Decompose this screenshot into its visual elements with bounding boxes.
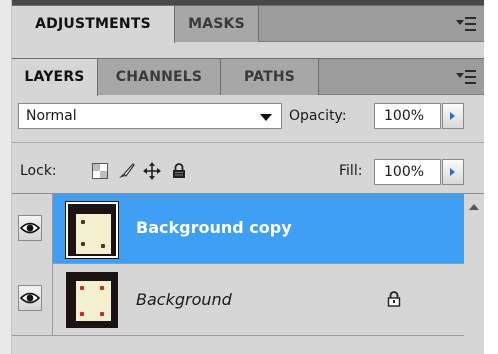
tab-adjustments[interactable]: ADJUSTMENTS: [12, 6, 175, 43]
blend-mode-select[interactable]: Normal: [18, 103, 282, 129]
divider: [12, 142, 484, 143]
fill-input[interactable]: 100%: [374, 159, 441, 185]
play-arrow-icon: [450, 168, 455, 176]
opacity-input[interactable]: 100%: [374, 103, 441, 129]
chevron-down-icon: [260, 114, 272, 121]
layer-name[interactable]: Background: [136, 264, 232, 336]
play-arrow-icon: [450, 112, 455, 120]
layer-row-background[interactable]: Background: [12, 264, 484, 336]
blend-mode-value: Normal: [26, 108, 77, 124]
tab-masks[interactable]: MASKS: [175, 6, 259, 42]
column-divider: [52, 194, 53, 264]
opacity-slider-button[interactable]: [442, 103, 464, 129]
layers-tab-bar: LAYERS CHANNELS PATHS: [12, 58, 484, 96]
tab-channels[interactable]: CHANNELS: [98, 59, 221, 95]
brush-lock-icon[interactable]: [115, 158, 137, 184]
fill-label: Fill:: [339, 163, 363, 179]
layer-thumbnail[interactable]: [66, 272, 118, 328]
photoshop-panels: ADJUSTMENTS MASKS LAYERS CHANNELS PATHS …: [0, 0, 498, 354]
adjustments-tab-bar: ADJUSTMENTS MASKS: [12, 5, 484, 43]
transparency-lock-icon[interactable]: [90, 158, 110, 184]
panel-container: ADJUSTMENTS MASKS LAYERS CHANNELS PATHS …: [12, 0, 484, 354]
layer-name[interactable]: Background copy: [136, 194, 292, 262]
padlock-icon[interactable]: [169, 158, 189, 184]
layer-thumbnail[interactable]: [65, 201, 119, 259]
layers-scrollbar[interactable]: [464, 194, 484, 351]
layer-row-background-copy[interactable]: Background copy: [12, 194, 484, 264]
fill-slider-button[interactable]: [442, 159, 464, 185]
blend-opacity-row: Normal Opacity: 100%: [12, 96, 484, 136]
visibility-eye-icon[interactable]: [18, 285, 42, 311]
layer-locked-icon: [387, 291, 401, 311]
lock-label: Lock:: [20, 163, 57, 179]
column-divider: [52, 264, 53, 336]
adjustments-panel-menu-icon[interactable]: [456, 17, 476, 31]
tab-paths[interactable]: PATHS: [221, 59, 319, 95]
visibility-eye-icon[interactable]: [18, 215, 42, 241]
left-edge: [0, 0, 12, 354]
opacity-label: Opacity:: [289, 108, 347, 124]
layers-list: Background copy Background: [12, 194, 484, 354]
right-edge: [484, 0, 498, 354]
tab-layers[interactable]: LAYERS: [12, 59, 98, 96]
move-lock-icon[interactable]: [141, 158, 163, 184]
lock-fill-row: Lock: Fill: 100%: [12, 146, 484, 188]
layers-panel-menu-icon[interactable]: [456, 70, 476, 84]
scroll-up-arrow-icon[interactable]: [469, 204, 479, 210]
